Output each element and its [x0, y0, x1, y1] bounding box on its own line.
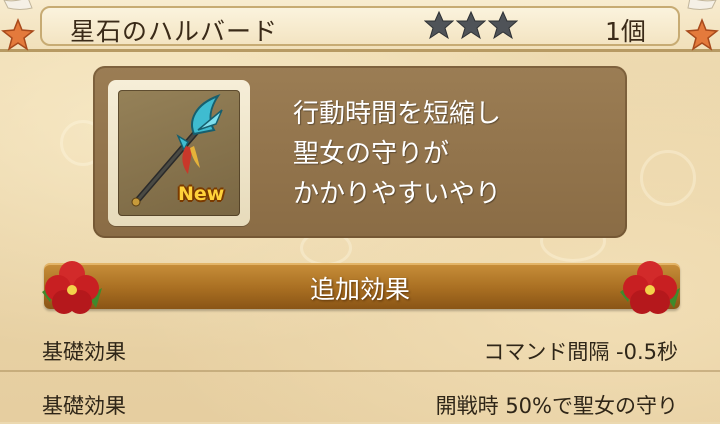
description-line: 行動時間を短縮し: [293, 99, 502, 129]
star-icon: [488, 10, 518, 40]
item-count: 1個: [605, 17, 646, 46]
effect-row: 基礎効果 開戦時 50%で聖女の守り: [0, 376, 720, 424]
description-line: かかりやすいやり: [293, 179, 502, 209]
effect-label: 基礎効果: [42, 394, 126, 418]
starfish-icon-left: [1, 0, 35, 51]
new-badge: New: [178, 183, 225, 205]
star-icon: [424, 10, 454, 40]
section-title: 追加効果: [309, 275, 410, 304]
effect-value: コマンド間隔 -0.5秒: [483, 340, 678, 364]
decor-swirl: [640, 150, 696, 206]
starfish-icon-right: [685, 0, 719, 51]
item-description: 行動時間を短縮し 聖女の守りが かかりやすいやり: [293, 94, 501, 214]
effect-row: 基礎効果 コマンド間隔 -0.5秒: [0, 322, 720, 370]
star-icon: [456, 10, 486, 40]
row-divider: [0, 370, 720, 372]
effect-label: 基礎効果: [42, 340, 126, 364]
description-line: 聖女の守りが: [293, 139, 450, 169]
rarity-stars: [424, 10, 518, 44]
hibiscus-icon-left: [42, 261, 102, 314]
effect-value: 開戦時 50%で聖女の守り: [435, 394, 678, 418]
hibiscus-icon-right: [620, 261, 680, 314]
item-name: 星石のハルバード: [70, 17, 279, 46]
